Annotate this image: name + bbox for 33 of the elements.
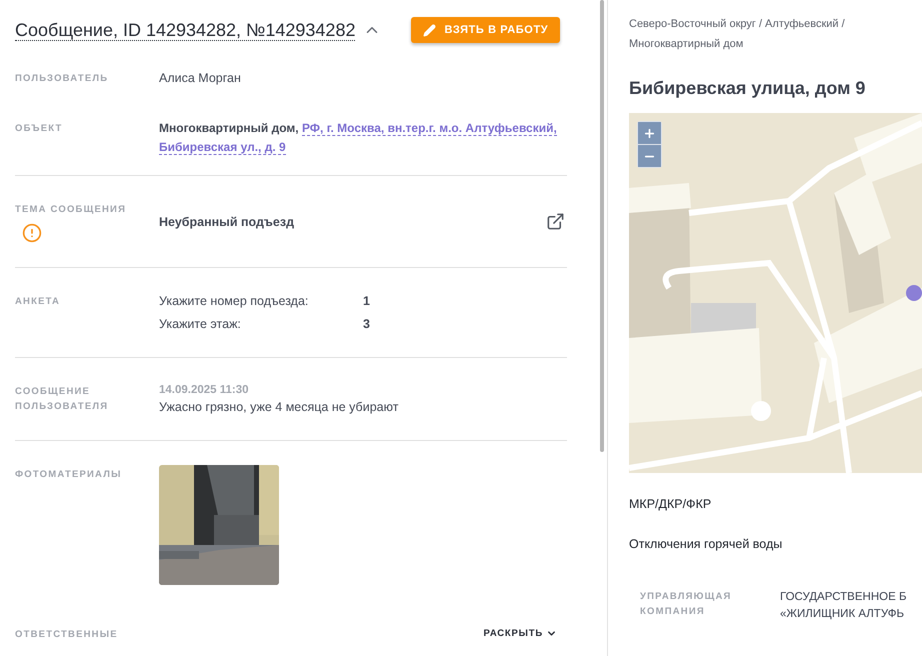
survey-question: Укажите этаж: [159,316,242,333]
field-label: ПОЛЬЗОВАТЕЛЬ [15,72,108,86]
zoom-in-button[interactable] [638,122,661,144]
survey-answer: 3 [363,316,370,333]
plus-icon [643,126,656,140]
field-label: АНКЕТА [15,295,60,309]
field-label: ОБЪЕКТ [15,122,62,136]
user-name: Алиса Морган [159,70,242,87]
external-link-icon[interactable] [546,212,565,231]
breadcrumb: Северо-Восточный округ / Алтуфьевский / Многоквартирный дом [629,17,846,52]
address-link[interactable]: Бибиревская ул., д. 9 [159,140,286,155]
zoom-out-button[interactable] [638,145,661,167]
field-label: СООБЩЕНИЕ ПОЛЬЗОВАТЕЛЯ [15,385,110,414]
message-text: Ужасно грязно, уже 4 месяца не убирают [159,399,400,416]
object-type: Многоквартирный дом, [159,121,299,135]
survey-answer: 1 [363,293,370,310]
detail-label: УПРАВЛЯЮЩАЯ КОМПАНИЯ [640,590,733,619]
pencil-icon [423,24,436,36]
topic-value: Неубранный подъезд [159,214,294,230]
field-label: ОТВЕТСТВЕННЫЕ [15,628,118,642]
field-label: ФОТОМАТЕРИАЛЫ [15,468,122,482]
address-link[interactable]: РФ, г. Москва, вн.тер.г. м.о. Алтуфьевский, [302,121,557,136]
address-title: Бибиревская улица, дом 9 [629,78,866,99]
scrollbar-thumb[interactable] [600,0,604,452]
detail-value: «ЖИЛИЩНИК АЛТУФЬ [780,607,906,622]
expand-toggle[interactable]: РАСКРЫТЬ [484,625,557,642]
detail-value: ГОСУДАРСТВЕННОЕ Б [780,590,908,605]
message-date: 14.09.2025 11:30 [159,383,250,398]
section-heading[interactable]: МКР/ДКР/ФКР [629,497,922,511]
field-label: ТЕМА СООБЩЕНИЯ [15,203,126,217]
section-heading[interactable]: Отключения горячей воды [629,537,922,551]
survey-question: Укажите номер подъезда: [159,293,310,310]
message-title: Сообщение, ID 142934282, №142934282 [15,20,356,40]
